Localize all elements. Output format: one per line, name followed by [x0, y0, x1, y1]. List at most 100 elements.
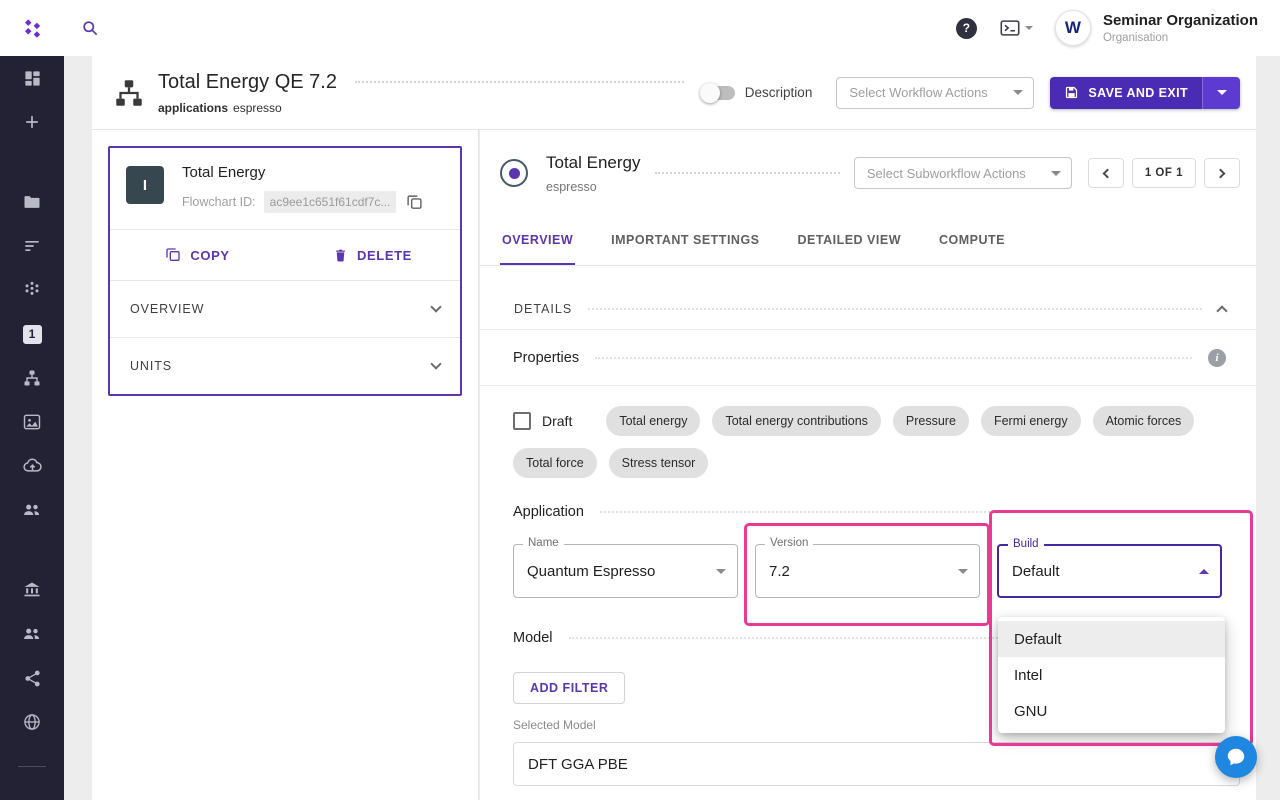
avatar[interactable]: W: [1055, 10, 1091, 46]
sidebar-item-cloud[interactable]: [10, 444, 54, 488]
sidebar-item-entities[interactable]: 1: [10, 312, 54, 356]
selected-model-value: DFT GGA PBE: [528, 756, 628, 773]
unit-card-actions: COPY DELETE: [110, 230, 460, 280]
cluster-icon: [22, 280, 42, 300]
org-name: Seminar Organization: [1103, 12, 1258, 29]
dotted-leader: [355, 81, 684, 83]
tab-compute[interactable]: COMPUTE: [937, 216, 1007, 265]
copy-icon: [165, 247, 181, 263]
property-chip[interactable]: Total force: [513, 448, 597, 478]
sidebar-item-images[interactable]: [10, 400, 54, 444]
sidebar-item-projects[interactable]: [10, 180, 54, 224]
flowchart-id-value[interactable]: ac9ee1c651f61cdf7c...: [264, 191, 397, 213]
sidebar-item-jobs[interactable]: [10, 224, 54, 268]
help-icon[interactable]: ?: [956, 18, 977, 39]
sidebar-item-create[interactable]: [10, 100, 54, 144]
unit-section-units[interactable]: UNITS: [110, 338, 460, 394]
property-chip[interactable]: Fermi energy: [981, 406, 1081, 436]
draft-label: Draft: [542, 413, 572, 429]
subworkflow-actions-select[interactable]: Select Subworkflow Actions: [854, 157, 1072, 189]
workflow-title-block: Total Energy QE 7.2 applications espress…: [158, 71, 702, 115]
details-section-header[interactable]: DETAILS: [480, 288, 1256, 330]
property-chip[interactable]: Pressure: [893, 406, 969, 436]
intercom-button[interactable]: [1215, 736, 1257, 778]
subworkflow-title: Total Energy: [546, 153, 641, 173]
prev-page-button[interactable]: [1088, 158, 1124, 188]
info-glyph: i: [1215, 352, 1218, 364]
property-chip[interactable]: Stress tensor: [609, 448, 709, 478]
application-value-label: espresso: [233, 101, 282, 115]
workflow-icon: [112, 76, 146, 110]
save-and-exit-button[interactable]: SAVE AND EXIT: [1050, 77, 1202, 109]
unit-tile[interactable]: I: [126, 166, 164, 204]
console-button[interactable]: [999, 17, 1033, 39]
chevron-down-icon: [716, 569, 726, 574]
unit-tile-letter: I: [143, 177, 147, 194]
page-indicator: 1 OF 1: [1132, 158, 1196, 188]
image-icon: [22, 412, 42, 432]
draft-checkbox[interactable]: [513, 412, 531, 430]
property-chip[interactable]: Total energy contributions: [712, 406, 880, 436]
sidebar-item-workflows[interactable]: [10, 356, 54, 400]
sidebar-divider: [18, 766, 46, 767]
build-option-intel[interactable]: Intel: [998, 657, 1225, 693]
selected-model-select[interactable]: DFT GGA PBE: [513, 742, 1240, 786]
sidebar-item-share[interactable]: [10, 656, 54, 700]
application-name-select[interactable]: Name Quantum Espresso: [513, 544, 738, 598]
sidebar-item-materials[interactable]: [10, 268, 54, 312]
unit-section-overview[interactable]: OVERVIEW: [110, 281, 460, 337]
entity-badge-icon: 1: [23, 325, 42, 344]
chevron-up-icon: [1216, 305, 1227, 316]
copy-button[interactable]: COPY: [110, 247, 285, 263]
application-build-select[interactable]: Build Default: [997, 544, 1222, 598]
unit-card: I Total Energy Flowchart ID: ac9ee1c651f…: [108, 146, 462, 396]
delete-button[interactable]: DELETE: [285, 248, 460, 263]
app-logo[interactable]: [0, 15, 64, 41]
copy-id-icon[interactable]: [406, 194, 423, 211]
sort-list-icon: [22, 236, 42, 256]
application-fields: Name Quantum Espresso Version 7.2 Build …: [513, 544, 1226, 598]
dotted-leader: [588, 308, 1202, 310]
target-dot: [509, 168, 520, 179]
sidebar-item-organization[interactable]: [10, 568, 54, 612]
properties-label: Properties: [513, 350, 579, 366]
application-key-label: applications: [158, 101, 228, 115]
property-chip[interactable]: Total energy: [606, 406, 700, 436]
logo-icon: [19, 15, 45, 41]
chevron-down-icon: [958, 569, 968, 574]
dotted-leader: [595, 357, 1192, 359]
tab-detailed-view[interactable]: DETAILED VIEW: [796, 216, 904, 265]
copy-button-label: COPY: [190, 248, 229, 263]
draft-checkbox-group[interactable]: Draft: [513, 412, 572, 430]
description-toggle-label: Description: [745, 85, 813, 100]
tab-overview[interactable]: OVERVIEW: [500, 216, 575, 265]
build-option-default[interactable]: Default: [998, 621, 1225, 657]
unit-card-head: I Total Energy Flowchart ID: ac9ee1c651f…: [110, 148, 460, 229]
share-icon: [23, 669, 42, 688]
sidebar-item-team[interactable]: [10, 488, 54, 532]
topbar-right: ? W Seminar Organization Organisation: [956, 10, 1280, 46]
sidebar-item-explore[interactable]: [10, 700, 54, 744]
build-option-gnu[interactable]: GNU: [998, 693, 1225, 729]
subworkflow-tabs: OVERVIEW IMPORTANT SETTINGS DETAILED VIE…: [480, 216, 1256, 266]
property-chip[interactable]: Atomic forces: [1093, 406, 1195, 436]
subworkflow-actions-label: Select Subworkflow Actions: [867, 166, 1026, 181]
bank-icon: [22, 580, 42, 600]
sidebar-item-users[interactable]: [10, 612, 54, 656]
cloud-upload-icon: [22, 456, 43, 477]
avatar-letter: W: [1065, 18, 1081, 38]
save-options-button[interactable]: [1202, 77, 1240, 109]
next-page-button[interactable]: [1204, 158, 1240, 188]
description-toggle[interactable]: [702, 86, 735, 100]
name-field-value: Quantum Espresso: [527, 563, 655, 580]
add-filter-button[interactable]: ADD FILTER: [513, 672, 625, 704]
org-switcher[interactable]: Seminar Organization Organisation: [1103, 12, 1258, 44]
workflow-actions-label: Select Workflow Actions: [849, 85, 987, 100]
sidebar-item-dashboard[interactable]: [10, 56, 54, 100]
search-icon[interactable]: [80, 18, 100, 38]
flowchart-id-label: Flowchart ID:: [182, 195, 256, 209]
info-icon[interactable]: i: [1208, 349, 1226, 367]
tab-important-settings[interactable]: IMPORTANT SETTINGS: [609, 216, 761, 265]
workflow-actions-select[interactable]: Select Workflow Actions: [836, 77, 1034, 109]
application-version-select[interactable]: Version 7.2: [755, 544, 980, 598]
